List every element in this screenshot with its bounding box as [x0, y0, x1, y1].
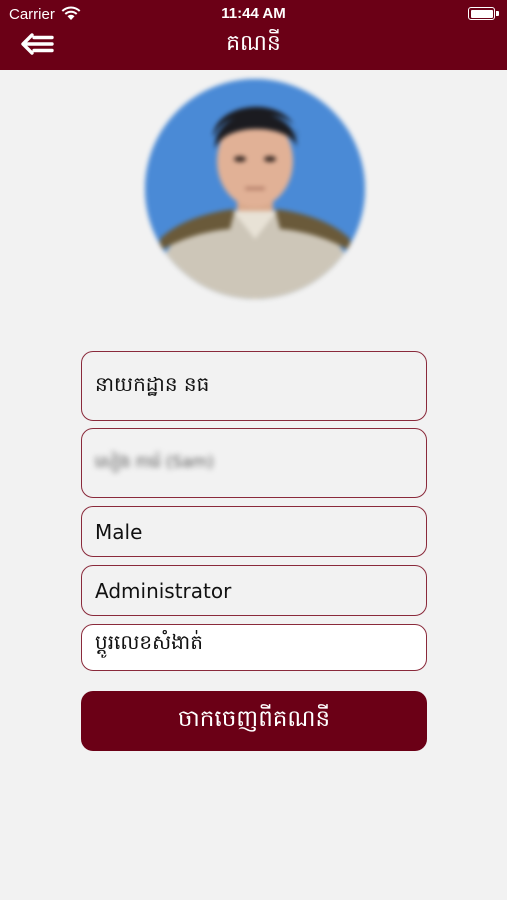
person-photo-icon [145, 79, 365, 299]
name-value: នាយកដ្ឋាន នធ [95, 372, 210, 396]
logout-label: ចាកចេញពីគណនី [177, 705, 331, 732]
app-header: Carrier 11:44 AM គណនី [0, 0, 507, 70]
profile-avatar[interactable] [145, 79, 365, 299]
role-field[interactable]: Administrator [81, 565, 427, 616]
name-field[interactable]: នាយកដ្ឋាន នធ [81, 351, 427, 421]
page-title: គណនី [226, 31, 281, 56]
gender-value: Male [95, 519, 143, 544]
status-time: 11:44 AM [221, 5, 286, 22]
battery-icon [468, 7, 495, 20]
gender-field[interactable]: Male [81, 506, 427, 557]
username-field[interactable]: សៀង ការ៉េ (Sam) [81, 428, 427, 498]
status-bar: Carrier 11:44 AM [0, 0, 507, 28]
logout-button[interactable]: ចាកចេញពីគណនី [81, 691, 427, 751]
change-password-button[interactable]: ប្តូរលេខសំងាត់ [81, 624, 427, 671]
role-value: Administrator [95, 578, 232, 603]
username-value: សៀង ការ៉េ (Sam) [95, 452, 214, 471]
change-password-label: ប្តូរលេខសំងាត់ [95, 630, 203, 654]
